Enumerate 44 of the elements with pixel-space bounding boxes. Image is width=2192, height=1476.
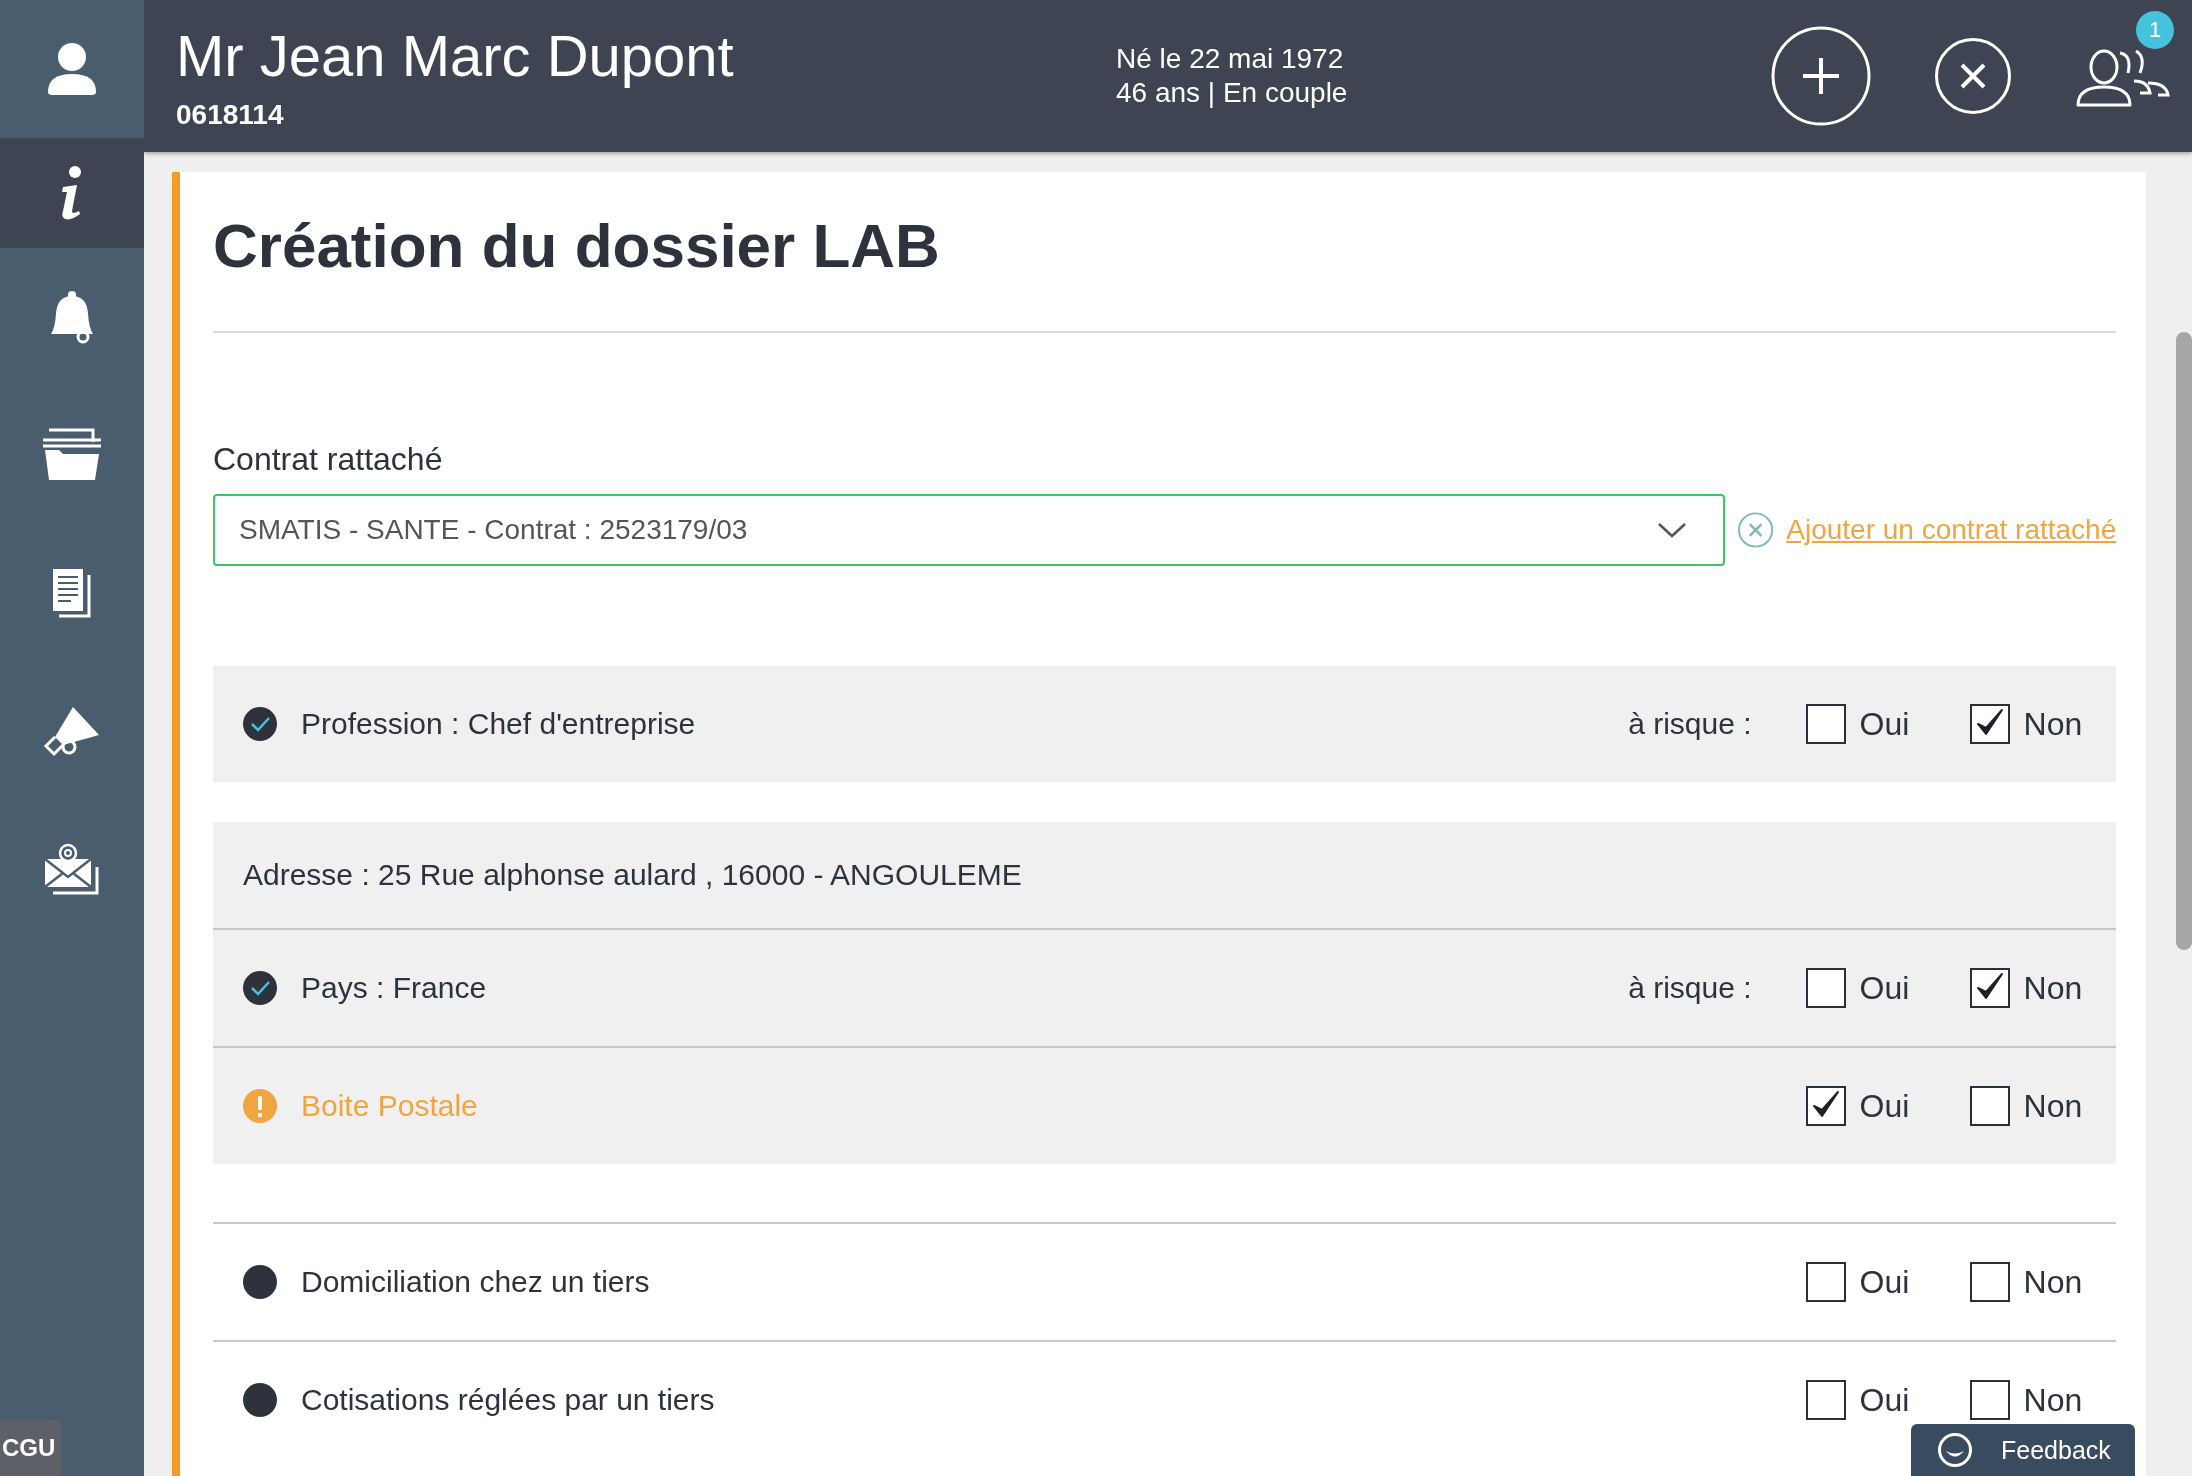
question-label: Profession : Chef d'entreprise: [301, 707, 697, 741]
patient-details: 46 ans | En couple: [1116, 76, 1349, 110]
document-icon: [51, 567, 93, 619]
mail-icon: [43, 843, 101, 895]
warning-icon: [243, 1089, 277, 1123]
form-title: Création du dossier LAB: [213, 210, 941, 281]
question-label: Cotisations réglées par un tiers: [301, 1383, 716, 1417]
sidebar-item[interactable]: [0, 138, 144, 248]
feedback-button[interactable]: Feedback: [1911, 1424, 2135, 1476]
notification-badge: 1: [2136, 11, 2174, 49]
contract-select[interactable]: SMATIS - SANTE - Contrat : 2523179/03: [213, 494, 1726, 566]
bullet-icon: [243, 1265, 277, 1299]
bullet-icon: [243, 1383, 277, 1417]
option-checkbox[interactable]: Non: [1969, 968, 2083, 1008]
option-checkbox[interactable]: Non: [1969, 704, 2083, 744]
option-checkbox[interactable]: Oui: [1805, 704, 1914, 744]
question-label: Domiciliation chez un tiers: [301, 1265, 651, 1299]
risk-label: à risque :: [1628, 707, 1752, 741]
close-button[interactable]: [1934, 37, 2012, 115]
option-checkbox[interactable]: Non: [1969, 1380, 2083, 1420]
megaphone-icon: [43, 705, 101, 757]
question-label: Boite Postale: [301, 1089, 479, 1123]
option-checkbox[interactable]: Oui: [1805, 968, 1914, 1008]
birth-date: Né le 22 mai 1972: [1116, 42, 1345, 76]
chevron-icon: [1657, 522, 1688, 538]
field-label: Contrat rattaché: [213, 441, 444, 478]
option-checkbox[interactable]: Oui: [1805, 1262, 1914, 1302]
user-icon: [46, 42, 98, 96]
option-checkbox[interactable]: Non: [1969, 1262, 2083, 1302]
risk-label: à risque :: [1628, 971, 1752, 1005]
folder-icon: [41, 428, 103, 482]
patient-number: 0618114: [176, 98, 285, 131]
option-checkbox[interactable]: Non: [1969, 1086, 2083, 1126]
scrollbar-thumb[interactable]: [2176, 332, 2192, 950]
patient-name: Mr Jean Marc Dupont: [176, 21, 735, 89]
check-circle-icon: [243, 971, 277, 1005]
option-checkbox[interactable]: Oui: [1805, 1380, 1914, 1420]
smile-icon: [1937, 1432, 1973, 1468]
check-circle-icon: [243, 707, 277, 741]
cgu-tab[interactable]: CGU: [0, 1420, 62, 1476]
add-button[interactable]: [1770, 25, 1872, 127]
question-label: Pays : France: [301, 971, 488, 1005]
option-checkbox[interactable]: Oui: [1805, 1086, 1914, 1126]
address-text: Adresse : 25 Rue alphonse aulard , 16000 - ANGOULEME: [243, 858, 1023, 892]
